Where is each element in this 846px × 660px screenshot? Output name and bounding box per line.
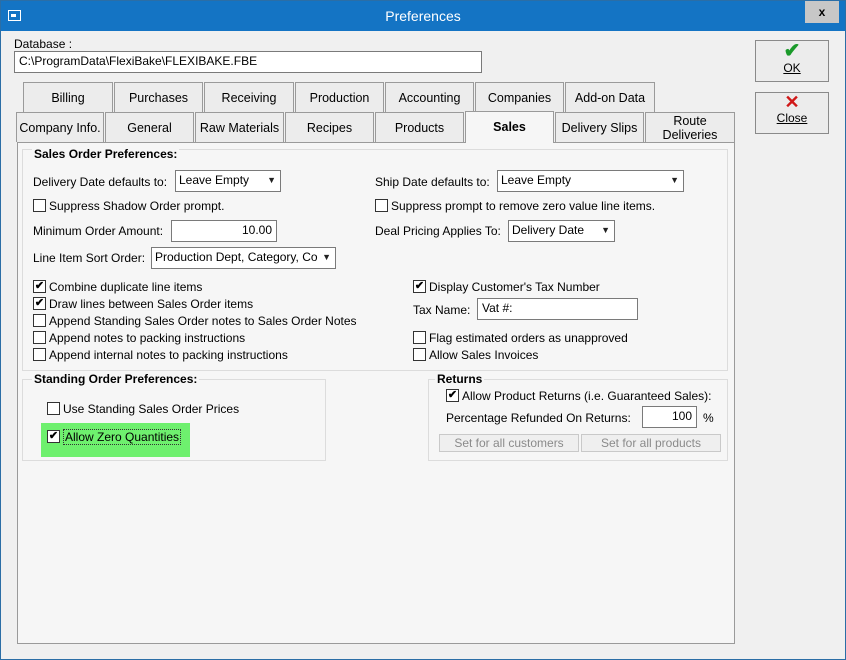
use-standing-prices-label: Use Standing Sales Order Prices	[63, 402, 240, 416]
combine-duplicate-checkbox[interactable]: ✔	[33, 280, 46, 293]
draw-lines-label: Draw lines between Sales Order items	[49, 297, 254, 311]
tab-production[interactable]: Production	[295, 82, 384, 112]
allow-zero-checkbox[interactable]: ✔	[47, 430, 60, 443]
database-label: Database :	[14, 37, 73, 51]
append-standing-checkbox[interactable]	[33, 314, 46, 327]
tab-general[interactable]: General	[105, 112, 194, 142]
delivery-date-label: Delivery Date defaults to:	[33, 175, 168, 189]
tab-delivery-slips[interactable]: Delivery Slips	[555, 112, 644, 142]
tab-accounting[interactable]: Accounting	[385, 82, 474, 112]
suppress-zero-label: Suppress prompt to remove zero value lin…	[391, 199, 656, 213]
tab-sales[interactable]: Sales	[465, 111, 554, 143]
ok-label: OK	[783, 61, 801, 75]
pct-refunded-field[interactable]: 100	[642, 406, 697, 428]
flag-estimated-label: Flag estimated orders as unapproved	[429, 331, 628, 345]
returns-title: Returns	[435, 372, 485, 386]
pct-unit: %	[703, 411, 714, 425]
flag-estimated-checkbox[interactable]	[413, 331, 426, 344]
standing-order-title: Standing Order Preferences:	[32, 372, 200, 386]
display-tax-label: Display Customer's Tax Number	[429, 280, 600, 294]
tab-route-deliveries[interactable]: Route Deliveries	[645, 112, 735, 142]
window-title: Preferences	[385, 8, 461, 24]
dialog-client: Database : C:\ProgramData\FlexiBake\FLEX…	[7, 31, 841, 655]
deal-pricing-value: Delivery Date	[512, 223, 585, 237]
ok-button[interactable]: ✔ OK	[755, 40, 829, 82]
min-order-field[interactable]: 10.00	[171, 220, 277, 242]
ship-date-dropdown[interactable]: Leave Empty ▼	[497, 170, 684, 192]
suppress-shadow-label: Suppress Shadow Order prompt.	[49, 199, 225, 213]
close-button[interactable]: ✕ Close	[755, 92, 829, 134]
combine-duplicate-label: Combine duplicate line items	[49, 280, 203, 294]
append-internal-label: Append internal notes to packing instruc…	[49, 348, 288, 362]
chevron-down-icon: ▼	[670, 175, 679, 185]
tab-billing[interactable]: Billing	[23, 82, 113, 112]
x-icon: ✕	[784, 92, 800, 112]
window-close-button[interactable]: x	[805, 1, 839, 23]
tab-recipes[interactable]: Recipes	[285, 112, 374, 142]
tax-name-field[interactable]: Vat #:	[477, 298, 638, 320]
tab-purchases[interactable]: Purchases	[114, 82, 203, 112]
deal-pricing-dropdown[interactable]: Delivery Date ▼	[508, 220, 615, 242]
delivery-date-value: Leave Empty	[179, 173, 250, 187]
check-icon: ✔	[783, 40, 801, 62]
tab-receiving[interactable]: Receiving	[204, 82, 294, 112]
deal-pricing-label: Deal Pricing Applies To:	[375, 224, 501, 238]
tax-name-label: Tax Name:	[413, 303, 471, 317]
allow-returns-label: Allow Product Returns (i.e. Guaranteed S…	[462, 389, 712, 403]
allow-zero-label: Allow Zero Quantities	[63, 429, 182, 445]
set-all-customers-button[interactable]: Set for all customers	[439, 434, 579, 452]
ship-date-value: Leave Empty	[501, 173, 572, 187]
min-order-label: Minimum Order Amount:	[33, 224, 164, 238]
sales-order-title: Sales Order Preferences:	[32, 147, 180, 161]
allow-invoices-checkbox[interactable]	[413, 348, 426, 361]
tab-companies[interactable]: Companies	[475, 82, 564, 112]
draw-lines-checkbox[interactable]: ✔	[33, 297, 46, 310]
append-packing-checkbox[interactable]	[33, 331, 46, 344]
suppress-shadow-checkbox[interactable]	[33, 199, 46, 212]
chevron-down-icon: ▼	[322, 252, 331, 262]
allow-invoices-label: Allow Sales Invoices	[429, 348, 539, 362]
append-standing-label: Append Standing Sales Order notes to Sal…	[49, 314, 357, 328]
close-label: Close	[776, 111, 808, 125]
ship-date-label: Ship Date defaults to:	[375, 175, 490, 189]
set-all-products-button[interactable]: Set for all products	[581, 434, 721, 452]
display-tax-checkbox[interactable]: ✔	[413, 280, 426, 293]
append-internal-checkbox[interactable]	[33, 348, 46, 361]
tab-company-info[interactable]: Company Info.	[16, 112, 104, 142]
preferences-window: Preferences x Database : C:\ProgramData\…	[0, 0, 846, 660]
database-path-field[interactable]: C:\ProgramData\FlexiBake\FLEXIBAKE.FBE	[14, 51, 482, 73]
sort-order-value: Production Dept, Category, Co	[155, 250, 318, 264]
tab-products[interactable]: Products	[375, 112, 464, 142]
title-bar[interactable]: Preferences x	[1, 1, 845, 31]
tab-add-on-data[interactable]: Add-on Data	[565, 82, 655, 112]
sort-order-label: Line Item Sort Order:	[33, 251, 146, 265]
append-packing-label: Append notes to packing instructions	[49, 331, 246, 345]
use-standing-prices-checkbox[interactable]	[47, 402, 60, 415]
tab-raw-materials[interactable]: Raw Materials	[195, 112, 284, 142]
chevron-down-icon: ▼	[267, 175, 276, 185]
allow-returns-checkbox[interactable]: ✔	[446, 389, 459, 402]
sales-tab-panel: Sales Order Preferences: Delivery Date d…	[17, 142, 735, 644]
pct-refunded-label: Percentage Refunded On Returns:	[446, 411, 631, 425]
suppress-zero-checkbox[interactable]	[375, 199, 388, 212]
sort-order-dropdown[interactable]: Production Dept, Category, Co ▼	[151, 247, 336, 269]
delivery-date-dropdown[interactable]: Leave Empty ▼	[175, 170, 281, 192]
chevron-down-icon: ▼	[601, 225, 610, 235]
